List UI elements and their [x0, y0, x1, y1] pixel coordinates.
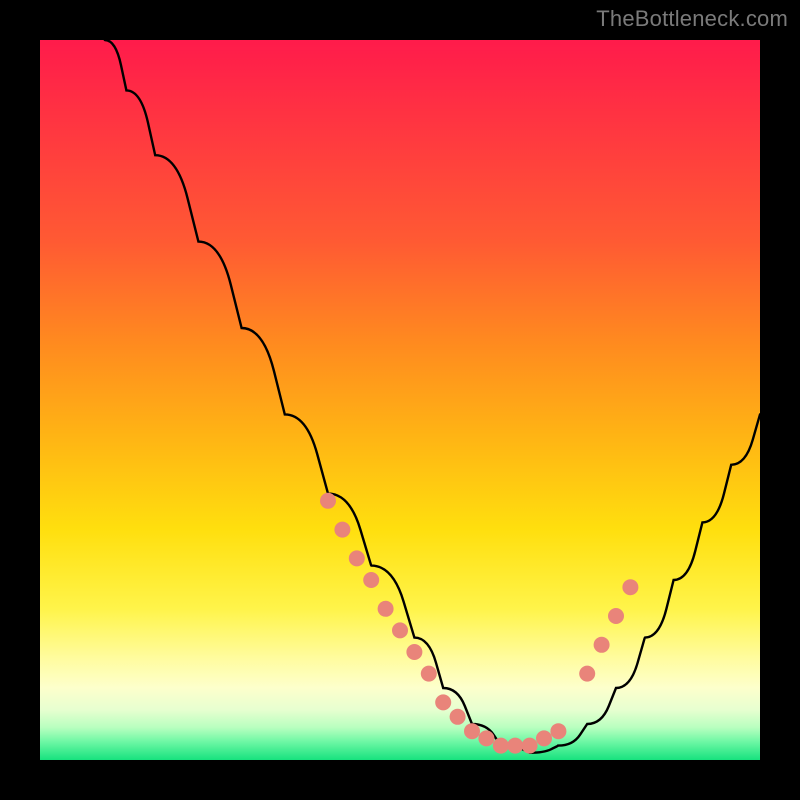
highlight-dot	[464, 723, 480, 739]
highlight-dot	[550, 723, 566, 739]
highlight-dot	[363, 572, 379, 588]
highlight-dot	[406, 644, 422, 660]
highlight-dot	[579, 666, 595, 682]
highlight-dot	[493, 738, 509, 754]
plot-area	[40, 40, 760, 760]
highlight-dot	[536, 730, 552, 746]
highlight-dot	[478, 730, 494, 746]
highlight-dot	[349, 550, 365, 566]
curve-svg	[40, 40, 760, 760]
highlight-dot	[594, 637, 610, 653]
highlight-dot	[421, 666, 437, 682]
highlight-dot	[392, 622, 408, 638]
highlight-dot	[608, 608, 624, 624]
chart-stage: TheBottleneck.com	[0, 0, 800, 800]
bottleneck-curve	[105, 40, 760, 753]
highlight-dot	[320, 493, 336, 509]
highlight-dot	[622, 579, 638, 595]
highlight-dot	[507, 738, 523, 754]
highlight-dots	[320, 493, 638, 754]
highlight-dot	[378, 601, 394, 617]
watermark-text: TheBottleneck.com	[596, 6, 788, 32]
highlight-dot	[334, 522, 350, 538]
highlight-dot	[435, 694, 451, 710]
highlight-dot	[522, 738, 538, 754]
highlight-dot	[450, 709, 466, 725]
